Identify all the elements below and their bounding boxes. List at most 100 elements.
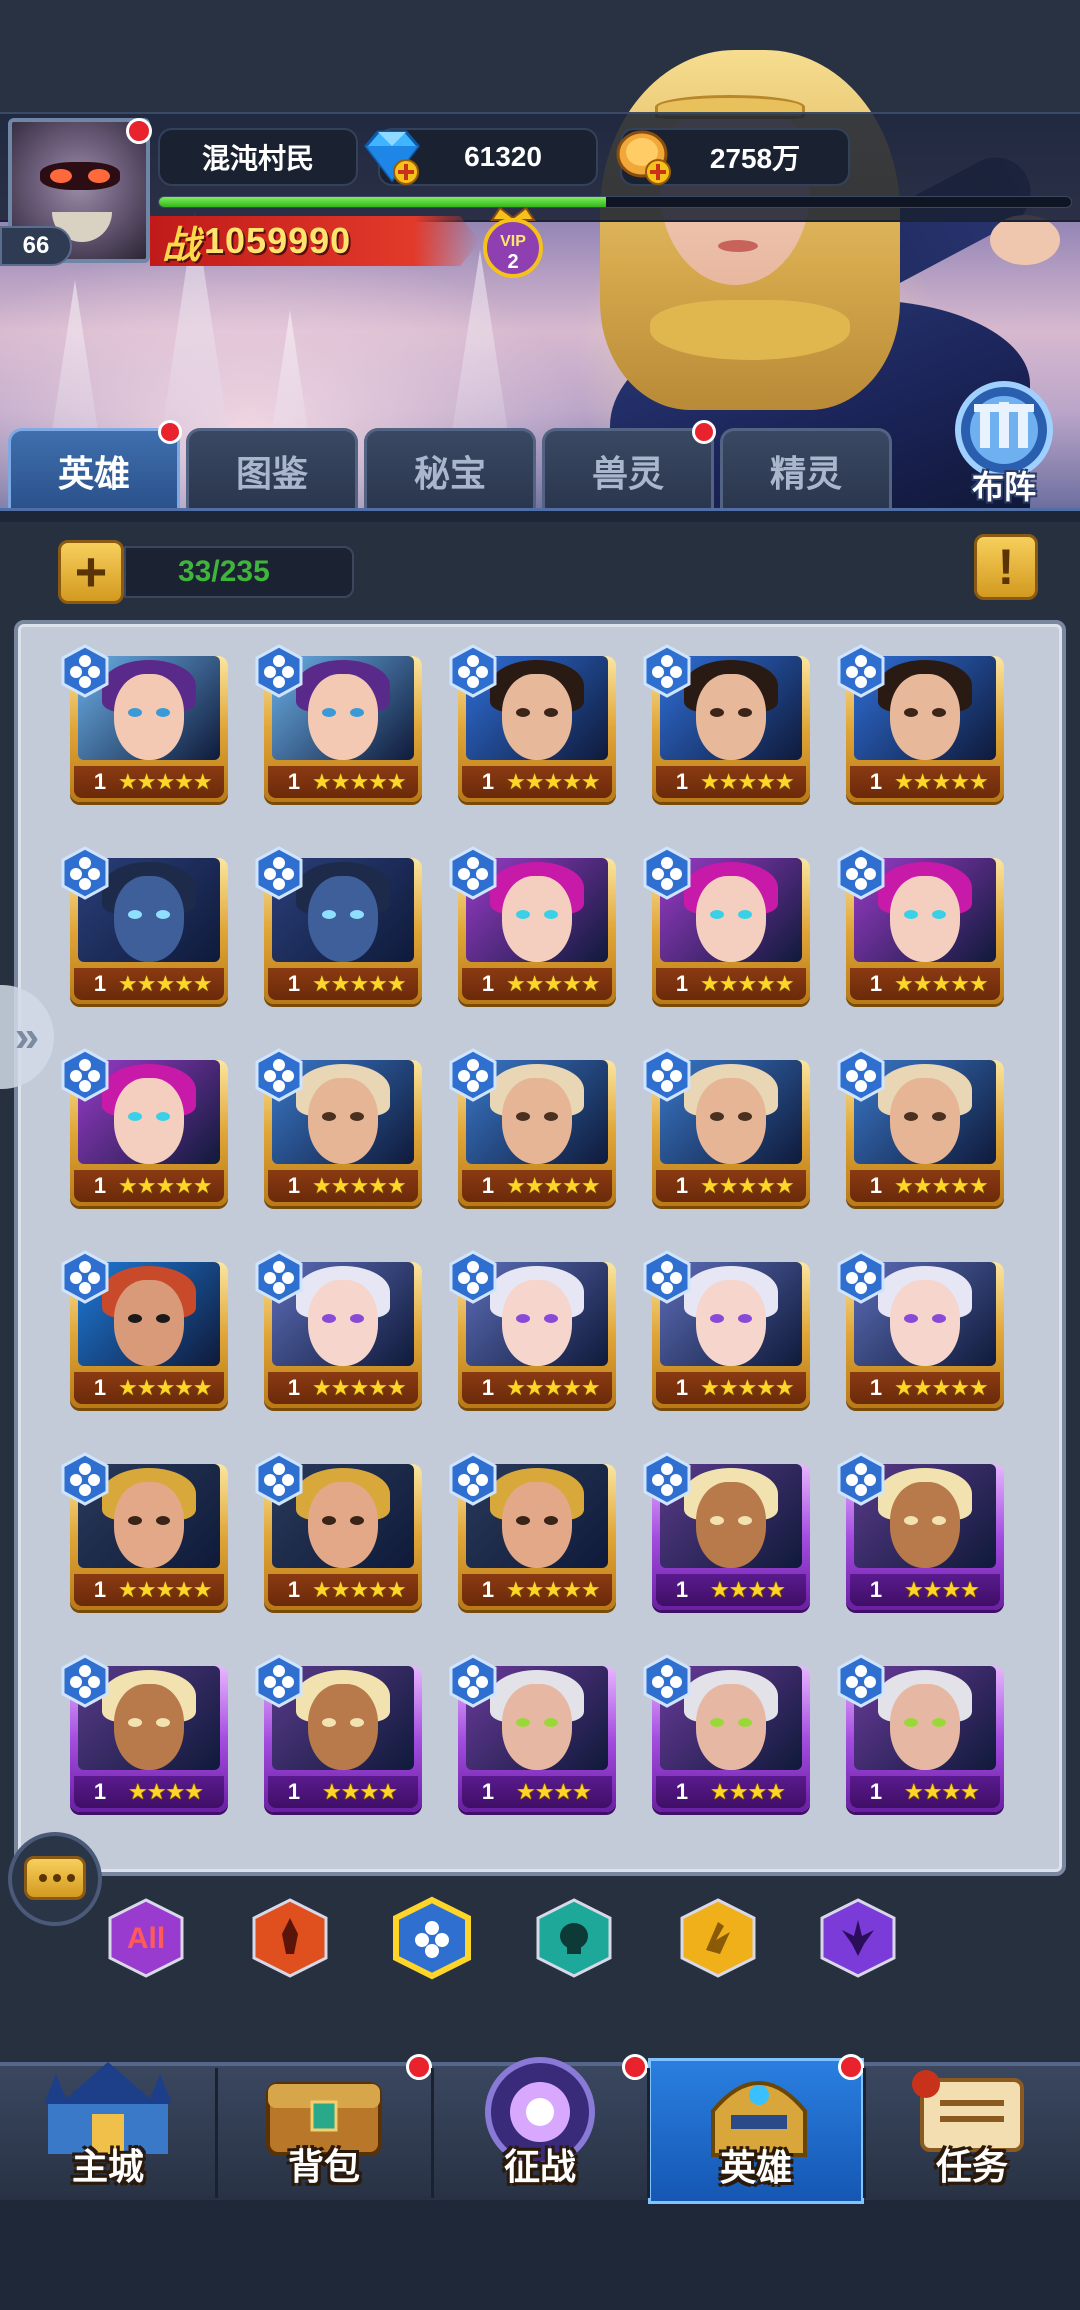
hero-card[interactable]: 1 ★★★★★ [837,644,1004,802]
hero-card[interactable]: 1 ★★★★★ [255,1048,422,1206]
water-faction-icon [61,1654,109,1708]
hero-card[interactable]: 1 ★★★★★ [643,644,810,802]
hero-card[interactable]: 1 ★★★★★ [449,1452,616,1610]
hero-stars: ★★★★★ [118,971,213,996]
hero-stars: ★★★★ [904,1577,980,1602]
hero-level: 1 [675,1375,689,1400]
diamond-plus-icon[interactable] [360,124,424,188]
tab-4[interactable]: 精灵 [720,428,892,510]
nav-label: 征战 [503,2146,576,2187]
hero-stars: ★★★★★ [700,1173,795,1198]
hero-stars: ★★★★★ [312,769,407,794]
hero-card[interactable]: 1 ★★★★ [643,1654,810,1812]
hero-card[interactable]: 1 ★★★★★ [837,1250,1004,1408]
nav-separator [431,2068,434,2198]
hero-card[interactable]: 1 ★★★★★ [449,644,616,802]
water-faction-icon [837,1250,885,1304]
nav-2[interactable]: 征战 [432,2040,648,2200]
hero-card[interactable]: 1 ★★★★★ [255,1452,422,1610]
water-faction-icon [837,846,885,900]
hero-level: 1 [93,1375,107,1400]
skull-faction-icon[interactable] [532,1896,616,1980]
hero-card[interactable]: 1 ★★★★ [449,1654,616,1812]
hero-card[interactable]: 1 ★★★★★ [61,1452,228,1610]
nav-1[interactable]: 背包 [216,2040,432,2200]
hero-card[interactable]: 1 ★★★★★ [61,644,228,802]
water-faction-icon [837,644,885,698]
hero-card[interactable]: 1 ★★★★★ [61,1250,228,1408]
water-faction-icon [61,644,109,698]
water-faction-icon [449,846,497,900]
info-button[interactable]: ! [974,534,1038,600]
all-factions-icon[interactable]: All [104,1896,188,1980]
combat-power-bar: 战 1059990 [150,216,480,266]
tab-1[interactable]: 图鉴 [186,428,358,510]
hero-card[interactable]: 1 ★★★★ [837,1452,1004,1610]
hero-card[interactable]: 1 ★★★★★ [449,846,616,1004]
hero-card[interactable]: 1 ★★★★★ [643,1250,810,1408]
hero-level: 1 [287,1577,301,1602]
hero-card[interactable]: 1 ★★★★★ [255,846,422,1004]
hero-level: 1 [93,1173,107,1198]
hero-stars: ★★★★★ [506,769,601,794]
tab-3[interactable]: 兽灵 [542,428,714,510]
gold-coin-plus-icon[interactable] [612,124,676,188]
hero-card[interactable]: 1 ★★★★★ [643,846,810,1004]
hero-card[interactable]: 1 ★★★★ [643,1452,810,1610]
hero-card[interactable]: 1 ★★★★★ [643,1048,810,1206]
vip-badge[interactable]: VIP 2 [478,204,548,280]
hero-level: 1 [675,1173,689,1198]
vip-level: 2 [507,251,518,273]
hero-card[interactable]: 1 ★★★★★ [449,1048,616,1206]
player-name: 混沌村民 [158,128,358,186]
tab-notification-dot [692,420,716,444]
hero-card[interactable]: 1 ★★★★ [61,1654,228,1812]
hero-level: 1 [287,971,301,996]
hero-card[interactable]: 1 ★★★★ [255,1654,422,1812]
water-faction-icon [449,644,497,698]
nav-notification-dot [406,2054,432,2080]
hero-level: 1 [675,769,689,794]
hero-stars: ★★★★ [128,1779,204,1804]
tab-notification-dot [158,420,182,444]
water-faction-icon [837,1654,885,1708]
hero-stars: ★★★★ [322,1779,398,1804]
water-faction-icon [837,1048,885,1102]
hero-level: 1 [481,769,495,794]
hero-level: 1 [93,1779,107,1804]
tab-2[interactable]: 秘宝 [364,428,536,510]
hero-card[interactable]: 1 ★★★★★ [255,644,422,802]
hero-level: 1 [481,1779,495,1804]
bottom-safe-area [0,2200,1080,2310]
water-faction-icon [449,1250,497,1304]
nav-0[interactable]: 主城 [0,2040,216,2200]
hero-level: 1 [287,769,301,794]
water-faction-icon[interactable] [390,1896,474,1980]
hero-card[interactable]: 1 ★★★★★ [61,846,228,1004]
nav-3[interactable]: 英雄 [648,2058,864,2204]
hero-stars: ★★★★★ [700,769,795,794]
hero-stars: ★★★★★ [894,769,989,794]
light-faction-icon[interactable] [676,1896,760,1980]
hero-card[interactable]: 1 ★★★★★ [837,1048,1004,1206]
hero-stars: ★★★★★ [312,1173,407,1198]
hero-capacity: 33/235 [124,546,354,598]
expand-capacity-button[interactable]: + [58,540,124,604]
formation-label: 布阵 [971,469,1036,505]
hero-stars: ★★★★★ [506,1173,601,1198]
power-label: 战 [162,224,201,267]
fire-faction-icon[interactable] [248,1896,332,1980]
hero-stars: ★★★★ [904,1779,980,1804]
hero-card[interactable]: 1 ★★★★ [837,1654,1004,1812]
hero-level: 1 [481,1577,495,1602]
dark-faction-icon[interactable] [816,1896,900,1980]
hero-card[interactable]: 1 ★★★★★ [837,846,1004,1004]
hero-card[interactable]: 1 ★★★★★ [61,1048,228,1206]
water-faction-icon [61,846,109,900]
water-faction-icon [255,1048,303,1102]
hero-card[interactable]: 1 ★★★★★ [255,1250,422,1408]
tab-0[interactable]: 英雄 [8,428,180,510]
hero-card[interactable]: 1 ★★★★★ [449,1250,616,1408]
nav-4[interactable]: 任务 [864,2040,1080,2200]
nav-label: 主城 [71,2146,144,2187]
